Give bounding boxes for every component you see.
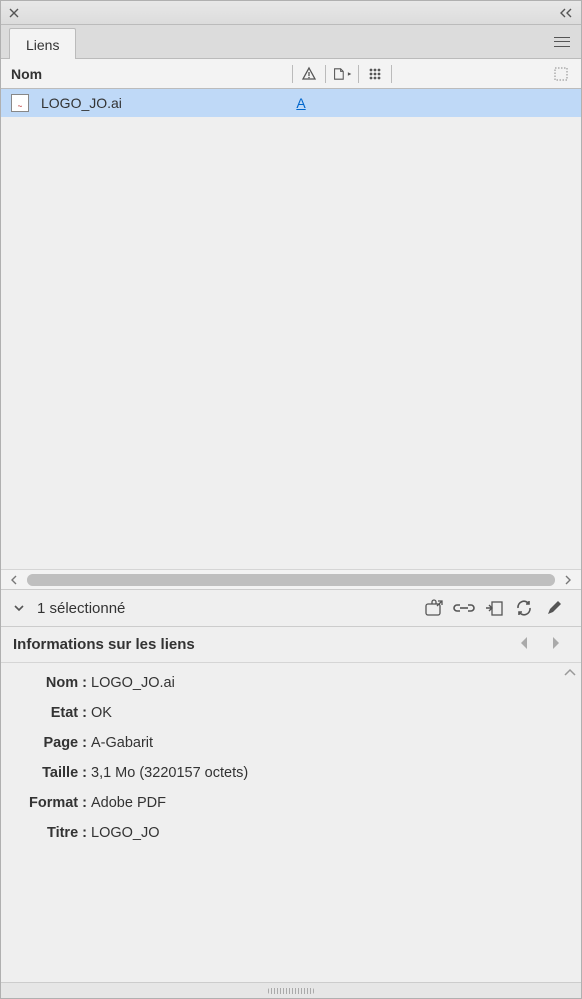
panel-titlebar [1, 1, 581, 25]
scrollbar-thumb[interactable] [27, 574, 555, 586]
relink-from-cc-icon[interactable] [419, 596, 449, 620]
info-value-status: OK [91, 705, 112, 721]
info-value-page: A-Gabarit [91, 735, 153, 751]
info-label-page: Page [15, 735, 87, 751]
info-value-format: Adobe PDF [91, 795, 166, 811]
selection-count-label: 1 sélectionné [37, 600, 125, 617]
tab-bar: Liens [1, 25, 581, 59]
thumbnail-view-icon[interactable] [365, 64, 385, 84]
scrollbar-track[interactable] [27, 574, 555, 586]
resize-gripper[interactable] [1, 982, 581, 998]
grip-icon [268, 988, 314, 994]
column-header-row: Nom [1, 59, 581, 89]
scroll-right-icon[interactable] [561, 573, 575, 587]
go-to-link-icon[interactable] [479, 596, 509, 620]
expand-selection-icon[interactable] [13, 602, 25, 614]
update-link-icon[interactable] [509, 596, 539, 620]
info-label-status: Etat [15, 705, 87, 721]
list-empty-area [1, 117, 581, 569]
info-label-format: Format [15, 795, 87, 811]
info-label-size: Taille [15, 765, 87, 781]
collapse-panel-icon[interactable] [559, 8, 573, 18]
info-body: Nom LOGO_JO.ai Etat OK Page A-Gabarit Ta… [1, 663, 581, 982]
link-page-letter[interactable]: A [291, 95, 311, 111]
links-list: LOGO_JO.ai A [1, 89, 581, 569]
links-panel: Liens Nom [0, 0, 582, 999]
info-value-name: LOGO_JO.ai [91, 675, 175, 691]
link-thumbnail-icon [11, 94, 29, 112]
scroll-left-icon[interactable] [7, 573, 21, 587]
prev-link-icon[interactable] [519, 636, 537, 654]
next-link-icon[interactable] [551, 636, 569, 654]
page-column-icon[interactable] [332, 64, 352, 84]
list-scrollbar [1, 569, 581, 589]
info-label-title: Titre [15, 825, 87, 841]
selection-bar: 1 sélectionné [1, 589, 581, 627]
warning-column-icon[interactable] [299, 64, 319, 84]
column-header-name[interactable]: Nom [11, 66, 286, 82]
tab-links[interactable]: Liens [9, 28, 76, 59]
info-label-name: Nom [15, 675, 87, 691]
show-details-column-icon[interactable] [551, 64, 571, 84]
info-value-size: 3,1 Mo (3220157 octets) [91, 765, 248, 781]
panel-menu-icon[interactable] [551, 31, 573, 53]
info-header-title: Informations sur les liens [13, 636, 195, 653]
close-icon[interactable] [9, 8, 19, 18]
edit-original-icon[interactable] [539, 596, 569, 620]
info-header: Informations sur les liens [1, 627, 581, 663]
info-value-title: LOGO_JO [91, 825, 160, 841]
info-scroll-up-icon[interactable] [563, 667, 577, 677]
list-item[interactable]: LOGO_JO.ai A [1, 89, 581, 117]
relink-icon[interactable] [449, 596, 479, 620]
link-filename: LOGO_JO.ai [41, 95, 291, 111]
